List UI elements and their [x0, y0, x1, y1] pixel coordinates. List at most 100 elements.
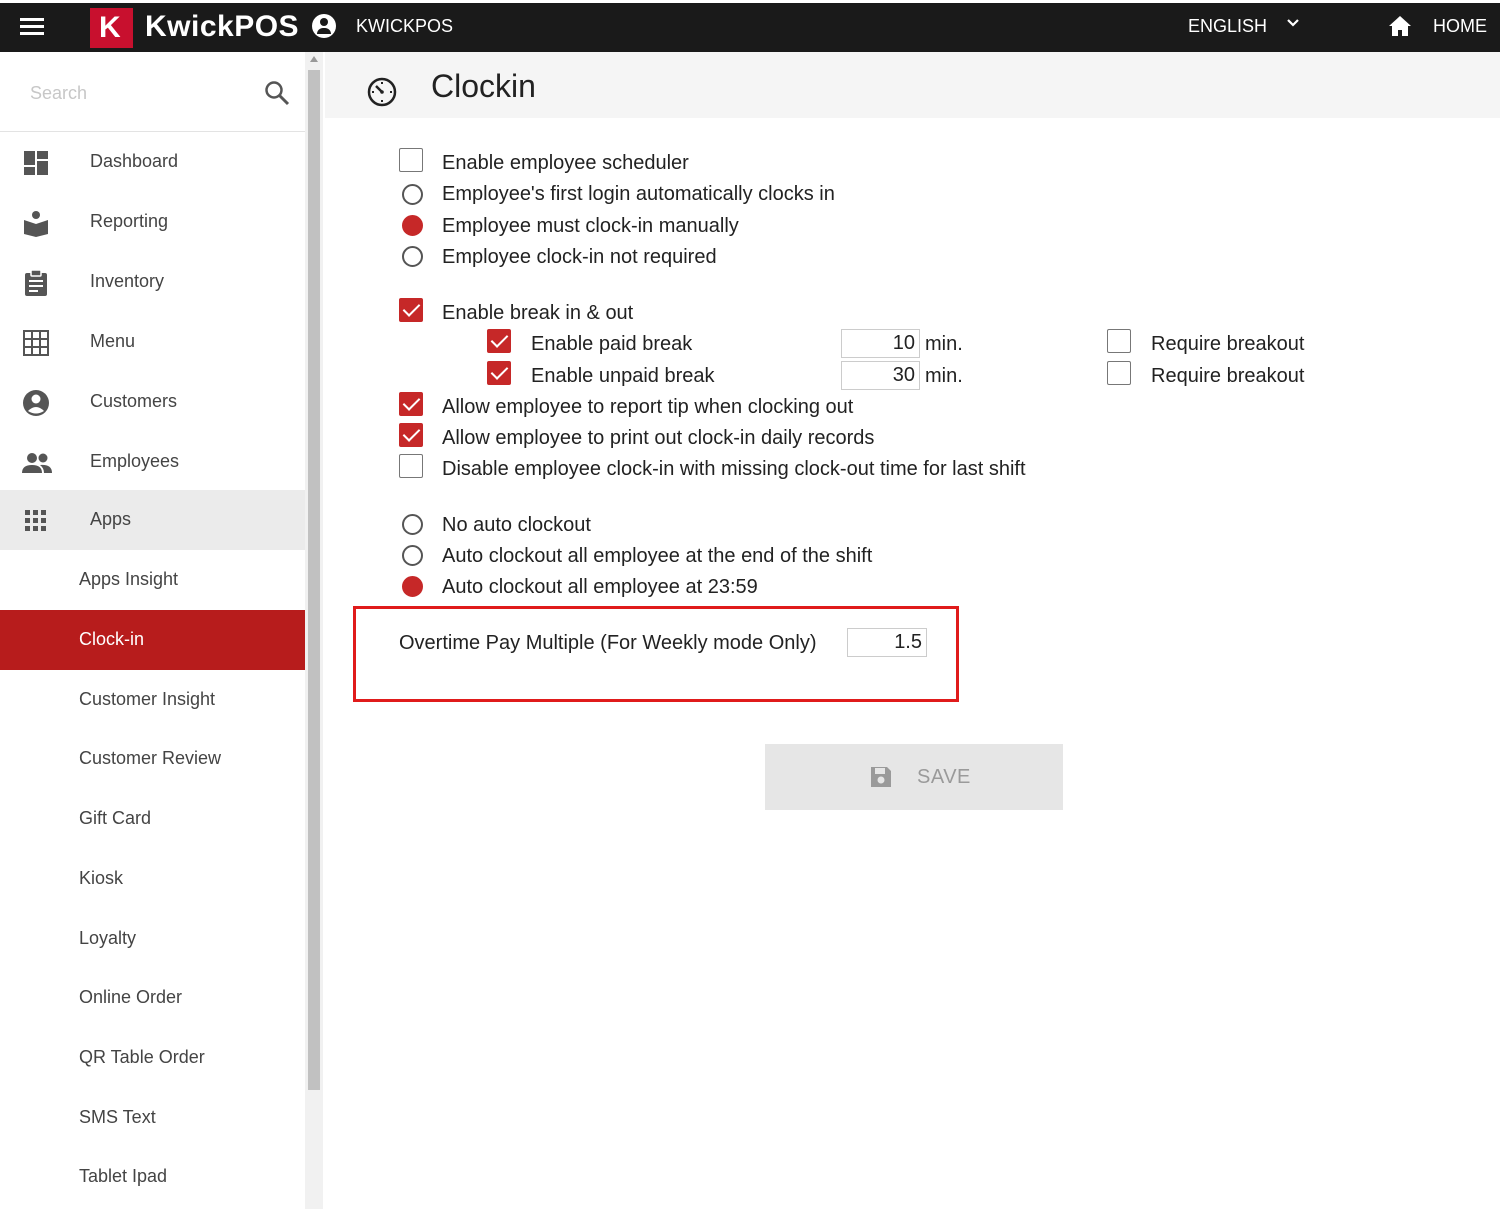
- sidebar-subitem-kiosk[interactable]: Kiosk: [0, 849, 305, 909]
- sidebar-subitem-label: Tablet Ipad: [79, 1166, 168, 1186]
- dashboard-icon: [22, 149, 50, 177]
- enable-break-checkbox[interactable]: [399, 298, 423, 322]
- scrollbar-thumb[interactable]: [308, 70, 320, 1090]
- enable-scheduler-label: Enable employee scheduler: [442, 152, 689, 174]
- clockin-not-required-radio[interactable]: [402, 246, 423, 267]
- clockin-auto-radio[interactable]: [402, 184, 423, 205]
- sidebar-subitem-tablet-ipad[interactable]: Tablet Ipad: [0, 1147, 305, 1207]
- sidebar-subitem-label: Online Order: [79, 987, 183, 1007]
- no-auto-clockout-radio[interactable]: [402, 514, 423, 535]
- clockin-manual-label: Employee must clock-in manually: [442, 215, 739, 237]
- enable-break-label: Enable break in & out: [442, 302, 634, 324]
- report-tip-label: Allow employee to report tip when clocki…: [442, 396, 854, 418]
- search-input[interactable]: [30, 76, 240, 110]
- kwickpos-logo-mark: K: [90, 8, 133, 48]
- apps-icon: [22, 507, 50, 535]
- sidebar-subitem-qr-table-order[interactable]: QR Table Order: [0, 1028, 305, 1088]
- sidebar-subitem-customer-review[interactable]: Customer Review: [0, 729, 305, 789]
- sidebar: Dashboard Reporting Inventory Menu Custo…: [0, 52, 305, 1209]
- print-records-checkbox[interactable]: [399, 423, 423, 447]
- unpaid-require-breakout-checkbox[interactable]: [1107, 361, 1131, 385]
- report-tip-checkbox[interactable]: [399, 392, 423, 416]
- print-records-label: Allow employee to print out clock-in dai…: [442, 427, 875, 449]
- sidebar-subitem-loyalty[interactable]: Loyalty: [0, 909, 305, 969]
- overtime-label: Overtime Pay Multiple (For Weekly mode O…: [399, 632, 817, 654]
- auto-clockout-2359-label: Auto clockout all employee at 23:59: [442, 576, 758, 598]
- unpaid-break-unit: min.: [925, 365, 963, 387]
- scroll-up-arrow-icon[interactable]: [310, 56, 318, 62]
- sidebar-subitem-customer-insight[interactable]: Customer Insight: [0, 670, 305, 730]
- timer-icon: [365, 74, 399, 108]
- paid-break-checkbox[interactable]: [487, 329, 511, 353]
- paid-break-label: Enable paid break: [531, 333, 693, 355]
- sidebar-item-inventory[interactable]: Inventory: [0, 252, 305, 312]
- clipboard-icon: [22, 269, 50, 297]
- sidebar-subitem-label: Customer Insight: [79, 689, 216, 709]
- save-button-label: SAVE: [917, 766, 971, 788]
- sidebar-item-label: Employees: [90, 451, 180, 471]
- sidebar-item-menu[interactable]: Menu: [0, 312, 305, 372]
- logo-text: KwickPOS: [145, 10, 300, 43]
- sidebar-item-label: Apps: [90, 509, 132, 529]
- hamburger-menu-icon[interactable]: [20, 18, 44, 38]
- clockin-not-required-label: Employee clock-in not required: [442, 246, 717, 268]
- account-icon[interactable]: [312, 14, 336, 38]
- sidebar-scrollbar[interactable]: [305, 52, 323, 1209]
- sidebar-subitem-sms-text[interactable]: SMS Text: [0, 1088, 305, 1148]
- no-auto-clockout-label: No auto clockout: [442, 514, 591, 536]
- sidebar-subitem-clock-in[interactable]: Clock-in: [0, 610, 305, 670]
- sidebar-search: [0, 52, 305, 132]
- clockin-manual-radio[interactable]: [402, 215, 423, 236]
- sidebar-item-customers[interactable]: Customers: [0, 372, 305, 432]
- language-selector[interactable]: ENGLISH: [1188, 16, 1267, 37]
- floppy-disk-icon: [869, 765, 893, 789]
- sidebar-item-dashboard[interactable]: Dashboard: [0, 132, 305, 192]
- sidebar-subitem-apps-insight[interactable]: Apps Insight: [0, 550, 305, 610]
- account-circle-icon: [22, 389, 50, 417]
- sidebar-subitem-label: Apps Insight: [79, 569, 179, 589]
- auto-clockout-shift-end-label: Auto clockout all employee at the end of…: [442, 545, 873, 567]
- sidebar-subitem-label: Kiosk: [79, 868, 124, 888]
- disable-missing-clockout-checkbox[interactable]: [399, 454, 423, 478]
- sidebar-subitem-label: Customer Review: [79, 748, 222, 768]
- sidebar-subitem-label: QR Table Order: [79, 1047, 205, 1067]
- page-title: Clockin: [431, 68, 536, 104]
- account-name[interactable]: KWICKPOS: [356, 16, 453, 37]
- sidebar-subitem-label: SMS Text: [79, 1107, 156, 1127]
- home-icon[interactable]: [1388, 15, 1412, 37]
- auto-clockout-2359-radio[interactable]: [402, 576, 423, 597]
- top-bar: K KwickPOS KWICKPOS ENGLISH HOME: [0, 0, 1500, 52]
- sidebar-item-reporting[interactable]: Reporting: [0, 192, 305, 252]
- paid-require-breakout-checkbox[interactable]: [1107, 329, 1131, 353]
- save-button[interactable]: SAVE: [765, 744, 1063, 810]
- clockin-auto-label: Employee's first login automatically clo…: [442, 183, 835, 205]
- unpaid-require-breakout-label: Require breakout: [1151, 365, 1305, 387]
- reporting-icon: [22, 209, 50, 237]
- sidebar-item-employees[interactable]: Employees: [0, 432, 305, 492]
- unpaid-break-minutes-input[interactable]: [841, 361, 920, 390]
- unpaid-break-checkbox[interactable]: [487, 361, 511, 385]
- sidebar-subitem-online-order[interactable]: Online Order: [0, 968, 305, 1028]
- logo-letter: K: [99, 11, 121, 44]
- chevron-down-icon[interactable]: [1285, 15, 1301, 36]
- page-header: Clockin: [325, 52, 1500, 118]
- paid-break-unit: min.: [925, 333, 963, 355]
- disable-missing-clockout-label: Disable employee clock-in with missing c…: [442, 458, 1026, 480]
- auto-clockout-shift-end-radio[interactable]: [402, 545, 423, 566]
- sidebar-subitem-label: Clock-in: [79, 629, 145, 649]
- sidebar-item-apps[interactable]: Apps: [0, 490, 305, 550]
- unpaid-break-label: Enable unpaid break: [531, 365, 715, 387]
- sidebar-subitem-label: Loyalty: [79, 928, 137, 948]
- sidebar-item-label: Reporting: [90, 211, 169, 231]
- enable-scheduler-checkbox[interactable]: [399, 148, 423, 172]
- sidebar-item-label: Customers: [90, 391, 178, 411]
- grid-icon: [22, 329, 50, 357]
- sidebar-item-label: Inventory: [90, 271, 165, 291]
- sidebar-subitem-gift-card[interactable]: Gift Card: [0, 789, 305, 849]
- sidebar-item-label: Dashboard: [90, 151, 179, 171]
- home-link[interactable]: HOME: [1433, 16, 1487, 37]
- paid-break-minutes-input[interactable]: [841, 329, 920, 358]
- sidebar-subitem-label: Gift Card: [79, 808, 152, 828]
- overtime-multiple-input[interactable]: [847, 628, 927, 657]
- search-icon[interactable]: [264, 80, 290, 106]
